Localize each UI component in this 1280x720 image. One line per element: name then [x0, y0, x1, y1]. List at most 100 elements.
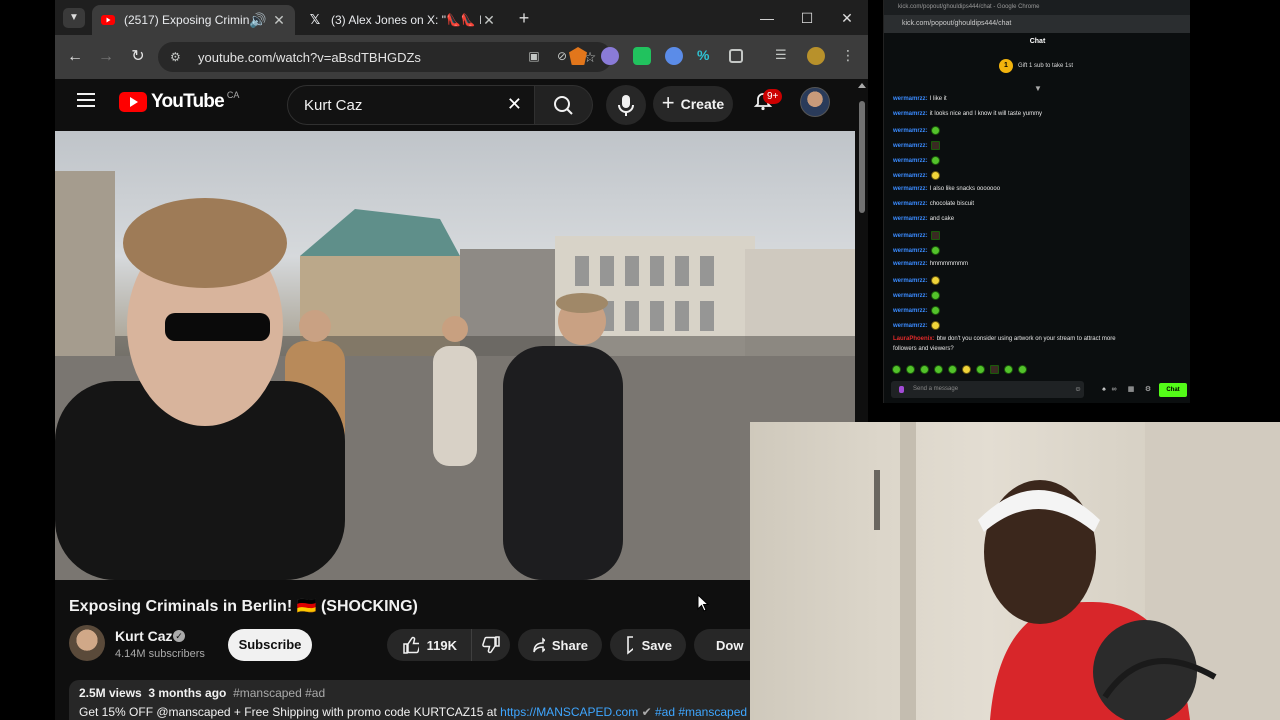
video-player[interactable] — [55, 131, 855, 580]
chat-message: wermamrzz: — [893, 321, 940, 330]
emote-icon[interactable] — [934, 365, 943, 374]
download-button[interactable]: Dow — [694, 629, 754, 661]
chat-text: chocolate biscuit — [929, 201, 975, 207]
chat-username[interactable]: wermamrzz: — [893, 261, 928, 267]
account-avatar[interactable] — [800, 87, 830, 117]
extension-icon[interactable] — [633, 47, 651, 65]
chat-text: it looks nice and I know it will taste y… — [929, 111, 1043, 117]
extension-icon[interactable]: % — [697, 47, 715, 65]
hamburger-menu-icon[interactable] — [77, 93, 95, 107]
extensions-puzzle-icon[interactable] — [729, 49, 743, 63]
chat-username[interactable]: wermamrzz: — [893, 278, 928, 284]
emoji-picker-icon[interactable]: ☺ — [1074, 386, 1082, 394]
emote-icon[interactable] — [948, 365, 957, 374]
extension-icon[interactable] — [601, 47, 619, 65]
extension-icon[interactable] — [665, 47, 683, 65]
gift-icon[interactable]: ♠ — [1100, 386, 1108, 394]
webcam-overlay — [750, 422, 1280, 720]
like-button[interactable]: 119K — [387, 629, 472, 661]
chat-username[interactable]: wermamrzz: — [893, 308, 928, 314]
link-icon[interactable]: ∞ — [1110, 386, 1118, 394]
chat-username[interactable]: wermamrzz: — [893, 186, 928, 192]
scrollbar-thumb[interactable] — [859, 101, 865, 213]
emote-icon — [930, 141, 940, 150]
store-icon[interactable]: ▦ — [1127, 386, 1135, 394]
channel-avatar[interactable] — [69, 625, 105, 661]
media-controls-icon[interactable]: ☰ — [775, 47, 793, 65]
chat-username[interactable]: wermamrzz: — [893, 173, 928, 179]
send-chat-button[interactable]: Chat — [1159, 383, 1187, 397]
webcam-frame — [874, 422, 1280, 720]
minimize-button[interactable]: — — [752, 6, 782, 30]
create-button[interactable]: + Create — [653, 86, 733, 122]
upload-age: 3 months ago — [148, 686, 227, 700]
emote-icon[interactable] — [990, 365, 999, 374]
chat-username[interactable]: wermamrzz: — [893, 216, 928, 222]
close-tab-icon[interactable]: ✕ — [271, 12, 287, 29]
chat-username[interactable]: wermamrzz: — [893, 293, 928, 299]
close-tab-icon[interactable]: ✕ — [481, 12, 497, 29]
video-description[interactable]: 2.5M views 3 months ago #manscaped #ad G… — [69, 680, 759, 720]
subscribe-button[interactable]: Subscribe — [228, 629, 312, 661]
back-icon[interactable]: ← — [63, 45, 87, 69]
emote-icon[interactable] — [892, 365, 901, 374]
scroll-up-arrow-icon[interactable] — [858, 83, 866, 88]
chat-username[interactable]: wermamrzz: — [893, 96, 928, 102]
chevron-down-icon[interactable]: ▼ — [63, 8, 85, 28]
youtube-logo[interactable]: YouTube CA — [119, 90, 240, 113]
promo-text: Get 15% OFF @manscaped + Free Shipping w… — [79, 705, 497, 719]
speaker-icon[interactable]: 🔊 — [249, 12, 266, 29]
new-tab-button[interactable]: + — [509, 6, 539, 30]
emote-icon[interactable] — [962, 365, 971, 374]
country-code: CA — [226, 90, 240, 100]
chat-username[interactable]: wermamrzz: — [893, 128, 928, 134]
close-window-button[interactable]: ✕ — [832, 6, 862, 30]
reload-icon[interactable]: ↻ — [126, 45, 150, 69]
chat-username[interactable]: wermamrzz: — [893, 143, 928, 149]
chat-username[interactable]: wermamrzz: — [893, 248, 928, 254]
clear-search-icon[interactable]: ✕ — [507, 94, 522, 115]
emote-icon[interactable] — [976, 365, 985, 374]
tab-x[interactable]: 𝕏 (3) Alex Jones on X: "👠👠 Breaking ✕ — [299, 5, 505, 35]
emote-icon[interactable] — [906, 365, 915, 374]
description-meta-row: 2.5M views 3 months ago #manscaped #ad — [79, 686, 749, 705]
dislike-button[interactable] — [472, 629, 510, 661]
site-info-icon[interactable]: ⚙ — [170, 50, 188, 64]
emote-icon[interactable] — [920, 365, 929, 374]
forward-icon[interactable]: → — [94, 45, 118, 69]
emote-icon[interactable] — [1004, 365, 1013, 374]
eye-off-icon[interactable]: ⊘ — [554, 49, 570, 65]
more-menu-icon[interactable]: ⋮ — [841, 47, 859, 65]
search-input[interactable]: Kurt Caz ✕ — [287, 85, 535, 125]
pinned-gift-banner[interactable]: 1 Gift 1 sub to take 1st — [999, 59, 1073, 73]
tab-youtube[interactable]: (2517) Exposing Criminals in Berlin! 🔊 ✕ — [92, 5, 295, 35]
chat-text: I like it — [929, 96, 947, 102]
chat-message: wermamrzz: — [893, 126, 940, 135]
hashtags[interactable]: #manscaped #ad — [233, 686, 325, 700]
chat-message-input[interactable]: Send a message — [891, 381, 1084, 398]
kick-url-bar[interactable]: kick.com/popout/ghouldips444/chat — [884, 15, 1190, 33]
gear-icon[interactable]: ⚙ — [1144, 386, 1152, 394]
install-app-icon[interactable]: ▣ — [526, 49, 542, 65]
save-button[interactable]: Save — [610, 629, 686, 661]
address-bar[interactable]: ⚙ youtube.com/watch?v=aBsdTBHGDZs ▣ ⊘ ☆ — [158, 42, 612, 72]
hashtags-bottom[interactable]: #ad #manscaped — [655, 705, 747, 719]
channel-name[interactable]: Kurt Caz — [115, 628, 173, 644]
chat-message: LauraPhoenix: btw don't you consider usi… — [893, 336, 1116, 342]
chat-message: wermamrzz: I like it — [893, 96, 947, 102]
search-icon — [554, 96, 573, 115]
maximize-button[interactable]: ☐ — [792, 6, 822, 30]
voice-search-button[interactable] — [606, 85, 646, 125]
chat-username[interactable]: wermamrzz: — [893, 111, 928, 117]
promo-link[interactable]: https://MANSCAPED.com — [500, 705, 638, 719]
share-button[interactable]: Share — [518, 629, 602, 661]
search-button[interactable] — [535, 85, 593, 125]
chat-username[interactable]: wermamrzz: — [893, 158, 928, 164]
profile-avatar-icon[interactable] — [807, 47, 825, 65]
emote-icon[interactable] — [1018, 365, 1027, 374]
chat-username[interactable]: LauraPhoenix: — [893, 336, 935, 342]
chat-username[interactable]: wermamrzz: — [893, 233, 928, 239]
chat-username[interactable]: wermamrzz: — [893, 323, 928, 329]
chat-username[interactable]: wermamrzz: — [893, 201, 928, 207]
chevron-down-icon[interactable]: ▼ — [1034, 84, 1042, 93]
